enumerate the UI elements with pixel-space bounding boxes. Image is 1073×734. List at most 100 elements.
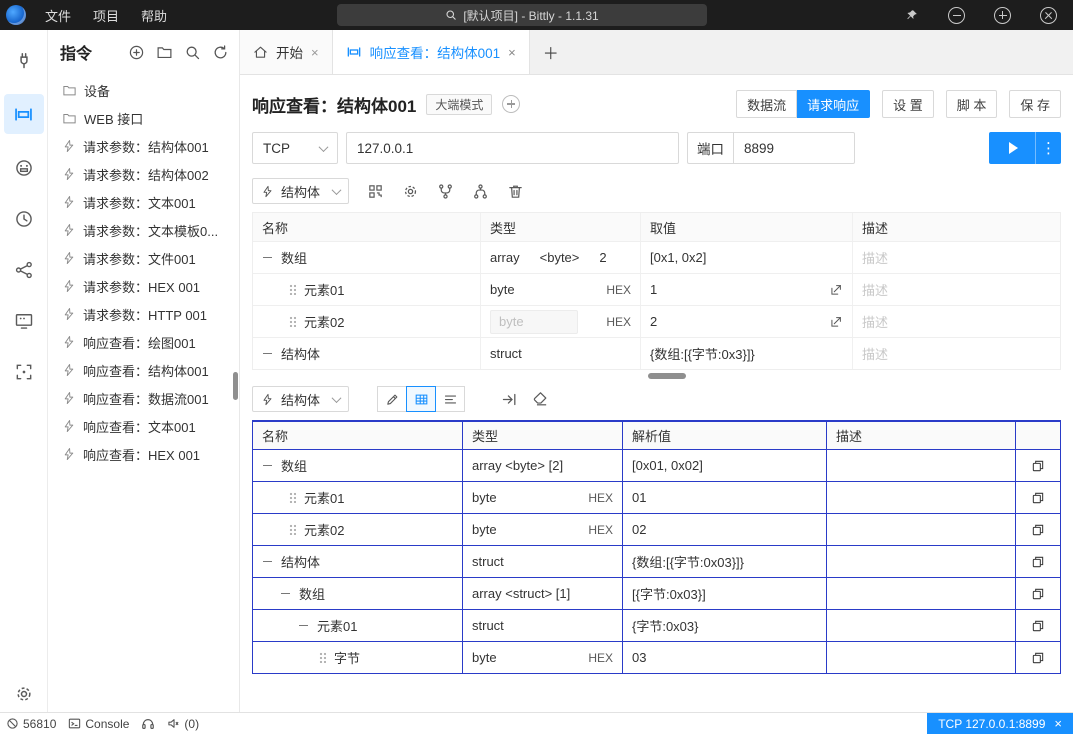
sidebar-item-directive[interactable]: 响应查看：HEX 001: [48, 440, 239, 468]
refresh-icon[interactable]: [212, 44, 229, 61]
field-type[interactable]: byte: [490, 282, 515, 297]
close-window-icon[interactable]: [1040, 7, 1057, 24]
console-toggle[interactable]: Console: [62, 713, 135, 734]
address-input[interactable]: [346, 132, 679, 164]
drag-handle-icon[interactable]: [289, 284, 296, 295]
scrollbar-thumb[interactable]: [648, 373, 686, 379]
monitor-icon[interactable]: [7, 304, 41, 338]
field-type-input[interactable]: [490, 310, 578, 334]
sidebar-item-directive[interactable]: 请求参数：文本001: [48, 188, 239, 216]
collapse-toggle-icon[interactable]: [299, 621, 309, 631]
field-type[interactable]: array: [490, 250, 520, 265]
send-button[interactable]: [989, 132, 1035, 164]
app-logo-icon[interactable]: [6, 5, 26, 25]
table-row[interactable]: 字节 byteHEX 03: [253, 641, 1060, 673]
functional-test-icon[interactable]: [7, 253, 41, 287]
delete-icon[interactable]: [507, 183, 524, 200]
field-desc[interactable]: 描述: [853, 274, 1060, 305]
expand-editor-icon[interactable]: [829, 315, 843, 329]
save-button[interactable]: 保 存: [1009, 90, 1061, 118]
minimize-window-icon[interactable]: [948, 7, 965, 24]
table-row[interactable]: 元素02 HEX 2 描述: [253, 305, 1060, 337]
endian-mode-badge[interactable]: 大端模式: [426, 94, 492, 115]
sidebar-item-directive[interactable]: 请求参数：文本模板0...: [48, 216, 239, 244]
drag-handle-icon[interactable]: [289, 316, 296, 327]
table-row[interactable]: 结构体 struct {数组:[{字节:0x03}]}: [253, 545, 1060, 577]
sidebar-item-directive[interactable]: 请求参数：HEX 001: [48, 272, 239, 300]
table-view-button[interactable]: [406, 386, 436, 412]
menu-project[interactable]: 项目: [82, 0, 130, 30]
new-tab-button[interactable]: [530, 30, 572, 74]
add-directive-icon[interactable]: [128, 44, 145, 61]
request-settings-gear-icon[interactable]: [402, 183, 419, 200]
field-format[interactable]: HEX: [606, 283, 631, 297]
sidebar-item-directive[interactable]: 响应查看：文本001: [48, 412, 239, 440]
history-icon[interactable]: [7, 202, 41, 236]
collapse-toggle-icon[interactable]: [281, 589, 291, 599]
menu-help[interactable]: 帮助: [130, 0, 178, 30]
active-connection-badge[interactable]: TCP 127.0.0.1:8899 ×: [927, 713, 1073, 734]
serial-port-status[interactable]: 56810: [0, 713, 62, 734]
close-tab-icon[interactable]: [508, 45, 516, 60]
merge-directive-icon[interactable]: [472, 183, 489, 200]
sidebar-item-directive[interactable]: 请求参数：文件001: [48, 244, 239, 272]
table-row[interactable]: 元素01 byte HEX 1 描述: [253, 273, 1060, 305]
copy-icon[interactable]: [1031, 587, 1045, 601]
request-format-select[interactable]: 结构体: [252, 178, 349, 204]
script-button[interactable]: 脚 本: [946, 90, 998, 118]
close-connection-icon[interactable]: ×: [1054, 717, 1062, 730]
table-row[interactable]: 数组 array <struct> [1] [{字节:0x03}]: [253, 577, 1060, 609]
table-row[interactable]: 元素02 byteHEX 02: [253, 513, 1060, 545]
sidebar-item-directive[interactable]: 响应查看：数据流001: [48, 384, 239, 412]
collapse-toggle-icon[interactable]: [263, 461, 273, 471]
add-folder-icon[interactable]: [156, 44, 173, 61]
scan-icon[interactable]: [7, 355, 41, 389]
port-input[interactable]: [733, 132, 855, 164]
settings-button[interactable]: 设 置: [882, 90, 934, 118]
clear-icon[interactable]: [532, 391, 549, 408]
mock-icon[interactable]: [7, 151, 41, 185]
directive-panel-icon[interactable]: [4, 94, 44, 134]
field-count[interactable]: 2: [599, 250, 606, 265]
response-format-select[interactable]: 结构体: [252, 386, 349, 412]
sidebar-item-directive[interactable]: 响应查看：结构体001: [48, 356, 239, 384]
field-desc[interactable]: 描述: [853, 242, 1060, 273]
collapse-toggle-icon[interactable]: [263, 557, 273, 567]
expand-editor-icon[interactable]: [829, 283, 843, 297]
table-row[interactable]: 元素01 byteHEX 01: [253, 481, 1060, 513]
field-subtype[interactable]: <byte>: [540, 250, 580, 265]
table-row[interactable]: 元素01 struct {字节:0x03}: [253, 609, 1060, 641]
field-desc[interactable]: 描述: [853, 338, 1060, 369]
search-directive-icon[interactable]: [184, 44, 201, 61]
request-response-mode-button[interactable]: 请求响应: [797, 90, 870, 118]
fork-directive-icon[interactable]: [437, 183, 454, 200]
close-tab-icon[interactable]: [311, 45, 319, 60]
sidebar-item-directive[interactable]: 响应查看：绘图001: [48, 328, 239, 356]
field-desc[interactable]: 描述: [853, 306, 1060, 337]
maximize-window-icon[interactable]: [994, 7, 1011, 24]
text-view-button[interactable]: [435, 386, 465, 412]
sidebar-scrollbar[interactable]: [233, 372, 238, 400]
field-value[interactable]: {数组:[{字节:0x3}]}: [641, 338, 853, 369]
field-type[interactable]: struct: [490, 346, 522, 361]
settings-gear-icon[interactable]: [0, 684, 48, 704]
collapse-toggle-icon[interactable]: [263, 349, 273, 359]
field-value[interactable]: [0x1, 0x2]: [641, 242, 853, 273]
copy-icon[interactable]: [1031, 491, 1045, 505]
pin-window-icon[interactable]: [904, 8, 919, 23]
copy-icon[interactable]: [1031, 651, 1045, 665]
copy-icon[interactable]: [1031, 523, 1045, 537]
add-tag-icon[interactable]: [502, 95, 520, 113]
request-table-hscrollbar[interactable]: [252, 373, 1061, 380]
field-value[interactable]: 1: [641, 274, 853, 305]
collapse-toggle-icon[interactable]: [263, 253, 273, 263]
mute-counter[interactable]: (0): [161, 713, 205, 734]
copy-icon[interactable]: [1031, 619, 1045, 633]
field-value[interactable]: 2: [641, 306, 853, 337]
example-data-icon[interactable]: [367, 183, 384, 200]
protocol-select[interactable]: TCP: [252, 132, 338, 164]
sidebar-item-directive[interactable]: 请求参数：HTTP 001: [48, 300, 239, 328]
datastream-mode-button[interactable]: 数据流: [736, 90, 797, 118]
menu-file[interactable]: 文件: [34, 0, 82, 30]
tab-start[interactable]: 开始: [240, 30, 333, 74]
